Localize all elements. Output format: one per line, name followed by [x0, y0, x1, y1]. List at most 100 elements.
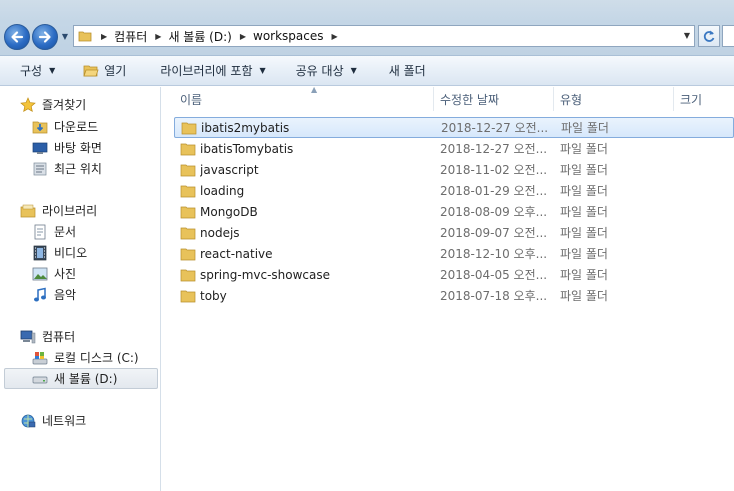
- new-folder-label: 새 폴더: [388, 64, 426, 78]
- nav-item-label: 비디오: [54, 246, 88, 260]
- share-with-button[interactable]: 공유 대상 ▼: [276, 56, 367, 86]
- folder-icon: [180, 206, 196, 218]
- file-type: 파일 폴더: [560, 163, 608, 177]
- open-folder-icon: [83, 65, 99, 76]
- folder-icon: [180, 143, 196, 155]
- folder-icon: [180, 227, 196, 239]
- nav-item-label: 문서: [54, 225, 77, 239]
- file-row[interactable]: nodejs 2018-09-07 오전... 파일 폴더: [174, 222, 734, 243]
- refresh-icon: [703, 30, 715, 42]
- nav-item-label: 바탕 화면: [54, 141, 102, 155]
- drive-icon: [32, 376, 48, 383]
- folder-icon: [78, 31, 92, 42]
- file-row[interactable]: ibatis2mybatis 2018-12-27 오전... 파일 폴더: [174, 117, 734, 138]
- file-row[interactable]: toby 2018-07-18 오후... 파일 폴더: [174, 285, 734, 306]
- command-bar: 구성 ▼ 열기 라이브러리에 포함 ▼ 공유 대상 ▼ 새 폴더: [0, 56, 734, 86]
- nav-computer-label: 컴퓨터: [42, 330, 76, 344]
- nav-item-volume-d[interactable]: 새 볼륨 (D:): [4, 368, 158, 389]
- file-row[interactable]: spring-mvc-showcase 2018-04-05 오전... 파일 …: [174, 264, 734, 285]
- file-modified: 2018-12-10 오후...: [440, 247, 548, 261]
- file-name: ibatis2mybatis: [201, 120, 290, 135]
- file-name: nodejs: [200, 225, 240, 240]
- file-name: spring-mvc-showcase: [200, 267, 331, 282]
- nav-item-label: 다운로드: [54, 120, 99, 134]
- file-type: 파일 폴더: [560, 268, 608, 282]
- search-input[interactable]: [722, 25, 734, 47]
- file-type: 파일 폴더: [560, 205, 608, 219]
- share-with-label: 공유 대상: [295, 64, 344, 78]
- nav-item-recent-places[interactable]: 최근 위치: [0, 158, 158, 179]
- file-modified: 2018-09-07 오전...: [440, 226, 548, 240]
- film-icon: [33, 245, 47, 260]
- column-size-label: 크기: [680, 92, 703, 107]
- file-modified: 2018-12-27 오전...: [440, 142, 548, 156]
- forward-button[interactable]: [32, 24, 58, 50]
- breadcrumb-chevron-icon[interactable]: ▶: [240, 32, 246, 41]
- nav-network[interactable]: 네트워크: [0, 410, 158, 431]
- column-type-label: 유형: [560, 92, 583, 107]
- include-library-button[interactable]: 라이브러리에 포함 ▼: [136, 56, 275, 86]
- nav-favorites-label: 즐겨찾기: [42, 98, 87, 112]
- music-note-icon: [34, 287, 46, 301]
- file-row[interactable]: ibatisTomybatis 2018-12-27 오전... 파일 폴더: [174, 138, 734, 159]
- arrow-left-icon: [11, 31, 24, 43]
- organize-button[interactable]: 구성 ▼: [0, 56, 65, 86]
- nav-item-label: 최근 위치: [54, 162, 102, 176]
- open-button[interactable]: 열기: [65, 56, 136, 86]
- refresh-button[interactable]: [698, 25, 720, 47]
- breadcrumb-workspaces[interactable]: workspaces: [253, 29, 324, 43]
- file-name: toby: [200, 288, 227, 303]
- nav-item-label: 사진: [54, 267, 77, 281]
- file-row[interactable]: loading 2018-01-29 오전... 파일 폴더: [174, 180, 734, 201]
- file-name: react-native: [200, 246, 273, 261]
- folder-icon: [180, 185, 196, 197]
- address-bar[interactable]: ▶ 컴퓨터 ▶ 새 볼륨 (D:) ▶ workspaces ▶ ▼: [73, 25, 695, 47]
- breadcrumb-computer[interactable]: 컴퓨터: [114, 28, 147, 45]
- breadcrumb-chevron-icon[interactable]: ▶: [155, 32, 161, 41]
- network-icon: [21, 414, 36, 427]
- nav-item-local-disk-c[interactable]: 로컬 디스크 (C:): [0, 347, 158, 368]
- file-row[interactable]: MongoDB 2018-08-09 오후... 파일 폴더: [174, 201, 734, 222]
- folder-icon: [180, 290, 196, 302]
- breadcrumb-chevron-icon[interactable]: ▶: [332, 32, 338, 41]
- file-name: loading: [200, 183, 245, 198]
- file-row[interactable]: react-native 2018-12-10 오후... 파일 폴더: [174, 243, 734, 264]
- new-folder-button[interactable]: 새 폴더: [367, 56, 436, 86]
- nav-item-label: 새 볼륨 (D:): [54, 372, 118, 386]
- column-modified-label: 수정한 날짜: [440, 92, 500, 107]
- nav-item-videos[interactable]: 비디오: [0, 242, 158, 263]
- column-name-label: 이름: [180, 92, 203, 107]
- file-modified: 2018-11-02 오전...: [440, 163, 548, 177]
- file-row[interactable]: javascript 2018-11-02 오전... 파일 폴더: [174, 159, 734, 180]
- file-type: 파일 폴더: [560, 142, 608, 156]
- address-dropdown-icon[interactable]: ▼: [684, 31, 690, 40]
- downloads-folder-icon: [32, 121, 48, 133]
- column-header-size[interactable]: 크기: [674, 87, 734, 111]
- breadcrumb-chevron-icon[interactable]: ▶: [101, 32, 107, 41]
- nav-item-pictures[interactable]: 사진: [0, 263, 158, 284]
- column-header-name[interactable]: 이름 ▲: [174, 85, 434, 111]
- nav-libraries-label: 라이브러리: [42, 204, 98, 218]
- nav-libraries[interactable]: 라이브러리: [0, 200, 158, 221]
- recent-places-icon: [33, 162, 47, 175]
- nav-computer[interactable]: 컴퓨터: [0, 326, 158, 347]
- organize-label: 구성: [20, 64, 43, 78]
- nav-item-downloads[interactable]: 다운로드: [0, 116, 158, 137]
- navigation-pane: 즐겨찾기 다운로드 바탕 화면 최근 위치 라이브러리 문서 비디오 사진 음악…: [0, 87, 161, 491]
- back-button[interactable]: [4, 24, 30, 50]
- breadcrumb-volume-d[interactable]: 새 볼륨 (D:): [168, 28, 231, 45]
- caret-down-icon: ▼: [350, 66, 357, 75]
- nav-item-desktop[interactable]: 바탕 화면: [0, 137, 158, 158]
- documents-icon: [34, 224, 46, 239]
- computer-icon: [20, 330, 36, 343]
- column-header-type[interactable]: 유형: [554, 87, 674, 111]
- nav-item-music[interactable]: 음악: [0, 284, 158, 305]
- file-modified: 2018-01-29 오전...: [440, 184, 548, 198]
- recent-pages-dropdown[interactable]: ▼: [60, 32, 70, 42]
- column-header-modified[interactable]: 수정한 날짜: [434, 87, 554, 111]
- nav-favorites[interactable]: 즐겨찾기: [0, 94, 158, 115]
- nav-item-documents[interactable]: 문서: [0, 221, 158, 242]
- file-type: 파일 폴더: [561, 121, 609, 135]
- file-name: javascript: [200, 162, 259, 177]
- sort-ascending-icon: ▲: [311, 85, 318, 94]
